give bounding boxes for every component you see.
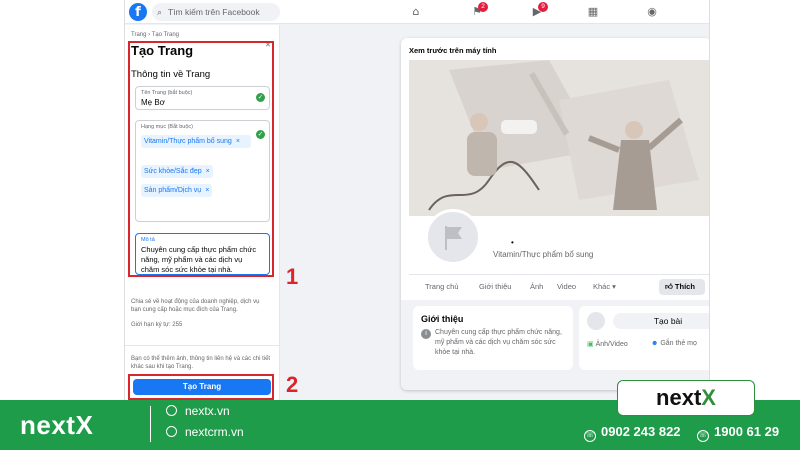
footer-logo: nextX (20, 410, 94, 440)
description-label: Mô tả (141, 237, 155, 243)
intro-card: Giới thiệu i Chuyên cung cấp thực phẩm c… (413, 306, 573, 370)
search-icon: ⌕ (157, 7, 163, 17)
annotation-number-2: 2 (286, 372, 299, 397)
info-icon: i (421, 329, 431, 339)
website-link-2[interactable]: nextcrm.vn (166, 425, 244, 439)
create-page-panel: Trang › Tạo Trang Tạo Trang ✕ Thông tin … (125, 25, 280, 400)
page-name-value: Mẹ Bơ (141, 98, 165, 107)
flag-badge: 2 (478, 2, 488, 12)
flag-avatar-icon (587, 312, 605, 330)
category-chip[interactable]: Vitamin/Thực phẩm bổ sung × (141, 135, 251, 148)
category-field[interactable]: Hạng mục (Bắt buộc) Vitamin/Thực phẩm bổ… (135, 120, 270, 222)
preview-tabs: Trang chủ Giới thiệu Ảnh Video Khác ▾ 👍︎… (409, 274, 709, 298)
nextx-badge-logo: nextX (617, 380, 755, 416)
create-page-button[interactable]: Tạo Trang (133, 379, 271, 395)
page-name-dot: • (511, 238, 514, 247)
description-field[interactable]: Mô tả Chuyên cung cấp thực phẩm chức năn… (135, 233, 270, 275)
description-help: Chia sẻ về hoạt động của doanh nghiệp, d… (131, 299, 260, 313)
facebook-window: f ⌕ Tìm kiếm trên Facebook ⌂ ⚑ 2 ▶ 9 ▦ ◉ T… (124, 0, 710, 400)
video-icon[interactable]: ▶ 9 (530, 2, 548, 19)
section-title: Thông tin về Trang (131, 69, 211, 80)
tag-people-action[interactable]: ☻ Gắn thẻ mọ (651, 340, 697, 347)
like-icon: 👍︎ (665, 282, 675, 291)
close-icon[interactable]: ✕ (265, 41, 271, 49)
description-value: Chuyên cung cấp thực phẩm chức năng, mỹ … (141, 245, 257, 274)
breadcrumb[interactable]: Trang › Tạo Trang (131, 32, 179, 38)
intro-text: Chuyên cung cấp thực phẩm chức năng, mỹ … (435, 329, 562, 356)
search-input[interactable]: ⌕ Tìm kiếm trên Facebook (152, 3, 280, 21)
tag-people-icon: ☻ (651, 340, 661, 347)
page-name-field[interactable]: Tên Trang (bắt buộc) Mẹ Bơ (135, 86, 270, 110)
facebook-logo[interactable]: f (129, 3, 147, 21)
tab-video[interactable]: Video (557, 282, 576, 291)
tab-home[interactable]: Trang chủ (425, 282, 459, 291)
desktop-preview: Xem trước trên máy tính • Vitamin/Thực p… (401, 38, 709, 390)
category-chip[interactable]: Sản phẩm/Dịch vụ × (141, 184, 213, 197)
website-link-1[interactable]: nextx.vn (166, 404, 230, 418)
phone-number-1[interactable]: ☏ 0902 243 822 (584, 424, 681, 442)
create-post-button[interactable]: Tạo bài (613, 313, 709, 329)
phone-number-2[interactable]: ☏ 1900 61 29 (697, 424, 779, 442)
preview-category: Vitamin/Thực phẩm bổ sung (493, 250, 594, 259)
preview-title: Xem trước trên máy tính (409, 46, 497, 55)
page-title: Tạo Trang (131, 43, 194, 58)
tab-about[interactable]: Giới thiệu (479, 282, 511, 291)
check-icon: ✓ (256, 93, 265, 102)
search-placeholder: Tìm kiếm trên Facebook (168, 7, 260, 17)
groups-icon[interactable]: ◉ (645, 5, 659, 19)
divider (125, 345, 279, 346)
flag-icon[interactable]: ⚑ 2 (470, 2, 488, 19)
footer-separator (150, 406, 151, 442)
video-badge: 9 (538, 2, 548, 12)
photo-icon: ▣ (587, 341, 596, 348)
screenshot-frame: f ⌕ Tìm kiếm trên Facebook ⌂ ⚑ 2 ▶ 9 ▦ ◉ T… (0, 0, 800, 400)
character-limit: Giới hạn ký tự: 255 (131, 322, 183, 328)
intro-title: Giới thiệu (421, 314, 464, 324)
create-post-card: Tạo bài ▣ Ảnh/Video ☻ Gắn thẻ mọ (579, 306, 709, 370)
remove-chip-icon[interactable]: × (206, 168, 210, 175)
like-button[interactable]: 👍︎ Thích (659, 279, 705, 295)
tab-photos[interactable]: Ảnh (530, 282, 543, 291)
preview-body: Giới thiệu i Chuyên cung cấp thực phẩm c… (401, 300, 709, 390)
marketplace-icon[interactable]: ▦ (586, 5, 600, 19)
more-info-text: Bạn có thể thêm ảnh, thông tin liên hệ v… (131, 356, 271, 370)
remove-chip-icon[interactable]: × (236, 138, 240, 145)
home-icon[interactable]: ⌂ (409, 5, 423, 19)
annotation-number-1: 1 (286, 264, 299, 289)
tab-more[interactable]: Khác ▾ (593, 282, 616, 291)
phone-icon: ☏ (697, 430, 709, 442)
cover-illustration (409, 60, 709, 216)
globe-icon (166, 426, 177, 437)
remove-chip-icon[interactable]: × (205, 187, 209, 194)
page-name-label: Tên Trang (bắt buộc) (141, 90, 193, 96)
phone-icon: ☏ (584, 430, 596, 442)
category-chip[interactable]: Sức khỏe/Sắc đẹp × (141, 165, 213, 178)
photo-video-action[interactable]: ▣ Ảnh/Video (587, 340, 628, 348)
check-icon: ✓ (256, 130, 265, 139)
globe-icon (166, 405, 177, 416)
page-avatar[interactable] (425, 209, 481, 265)
facebook-top-bar: f ⌕ Tìm kiếm trên Facebook ⌂ ⚑ 2 ▶ 9 ▦ ◉ (125, 0, 709, 24)
category-label: Hạng mục (Bắt buộc) (141, 124, 193, 130)
